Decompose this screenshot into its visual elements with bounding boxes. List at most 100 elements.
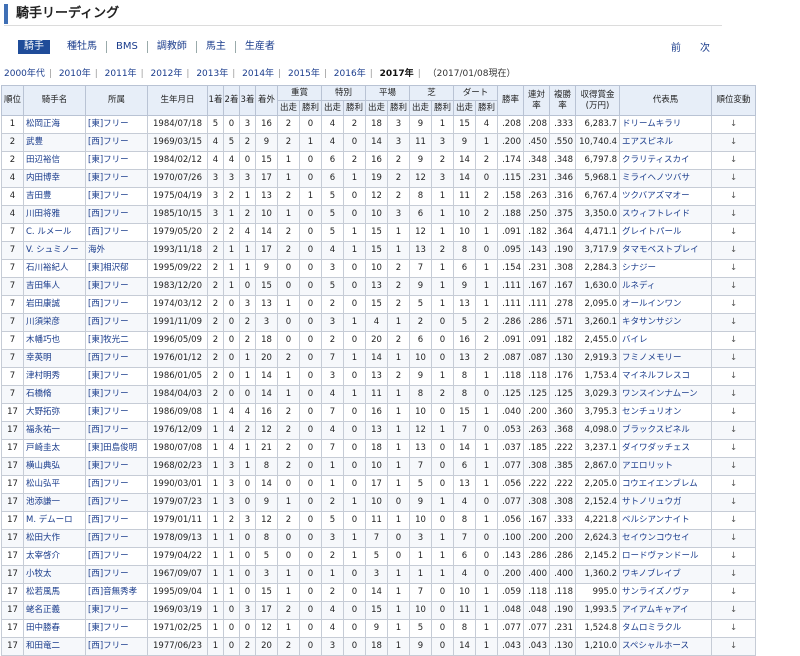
representative-horse-link[interactable]: ベルシアンナイト [622,515,690,525]
header-top3-rate[interactable]: 複勝率 [549,85,576,116]
year-link[interactable]: 2015年 [288,69,320,79]
jockey-name-link[interactable]: 太宰啓介 [26,551,60,561]
affiliation-link[interactable]: [西]音無秀孝 [88,587,137,597]
representative-horse-link[interactable]: ツクバアズマオー [622,191,690,201]
representative-horse-link[interactable]: タムロミラクル [622,623,681,633]
representative-horse-link[interactable]: ワンスインナムーン [622,389,698,399]
affiliation-link[interactable]: [西]フリー [88,299,129,309]
year-link[interactable]: 2000年代 [4,69,45,79]
jockey-name-link[interactable]: 大野拓弥 [26,407,60,417]
representative-horse-link[interactable]: サトノリュウガ [622,497,682,507]
affiliation-link[interactable]: 海外 [88,245,105,255]
jockey-name-link[interactable]: 松田大作 [26,533,60,543]
affiliation-link[interactable]: [東]フリー [88,389,129,399]
header-third[interactable]: 3着 [239,85,256,116]
affiliation-link[interactable]: [西]フリー [88,227,129,237]
tab-trainer[interactable]: 調教師 [148,41,197,53]
jockey-name-link[interactable]: V. シュミノー [26,245,79,255]
affiliation-link[interactable]: [東]フリー [88,371,129,381]
affiliation-link[interactable]: [西]フリー [88,533,129,543]
jockey-name-link[interactable]: 和田竜二 [26,641,60,651]
representative-horse-link[interactable]: マイネルフレスコ [622,371,690,381]
representative-horse-link[interactable]: タマモベストプレイ [622,245,699,255]
affiliation-link[interactable]: [西]フリー [88,569,129,579]
affiliation-link[interactable]: [東]フリー [88,407,129,417]
affiliation-link[interactable]: [東]相沢郁 [88,263,129,273]
jockey-name-link[interactable]: 川田将雅 [26,209,60,219]
affiliation-link[interactable]: [東]牧光二 [88,335,129,345]
header-win-rate[interactable]: 勝率 [497,85,524,116]
representative-horse-link[interactable]: アエロリット [622,461,673,471]
year-link[interactable]: 2012年 [150,69,182,79]
jockey-name-link[interactable]: 吉田隼人 [26,281,60,291]
representative-horse-link[interactable]: ブラックスピネル [622,425,690,435]
representative-horse-link[interactable]: ロードヴァンドール [622,551,699,561]
affiliation-link[interactable]: [西]フリー [88,479,129,489]
affiliation-link[interactable]: [東]フリー [88,173,129,183]
representative-horse-link[interactable]: セイウンコウセイ [622,533,690,543]
jockey-name-link[interactable]: C. ルメール [26,227,71,237]
header-top2-rate[interactable]: 連対率 [523,85,550,116]
representative-horse-link[interactable]: センチュリオン [622,407,682,417]
header-first[interactable]: 1着 [207,85,224,116]
affiliation-link[interactable]: [西]フリー [88,551,129,561]
affiliation-link[interactable]: [西]フリー [88,497,129,507]
jockey-name-link[interactable]: 武豊 [26,137,43,147]
jockey-name-link[interactable]: M. デムーロ [26,515,73,525]
jockey-name-link[interactable]: 田中勝春 [26,623,60,633]
jockey-name-link[interactable]: 田辺裕信 [26,155,60,165]
affiliation-link[interactable]: [西]フリー [88,641,129,651]
affiliation-link[interactable]: [西]フリー [88,137,129,147]
affiliation-link[interactable]: [西]フリー [88,209,129,219]
affiliation-link[interactable]: [西]フリー [88,353,129,363]
jockey-name-link[interactable]: 川須栄彦 [26,317,60,327]
affiliation-link[interactable]: [東]フリー [88,623,129,633]
representative-horse-link[interactable]: バイレ [622,335,648,345]
next-link[interactable]: 次 [700,43,710,54]
tab-bms[interactable]: BMS [107,41,148,53]
jockey-name-link[interactable]: 石川裕紀人 [26,263,69,273]
affiliation-link[interactable]: [東]フリー [88,155,129,165]
header-earnings[interactable]: 収得賞金(万円) [575,85,620,116]
representative-horse-link[interactable]: ルネディ [622,281,655,291]
jockey-name-link[interactable]: 蛯名正義 [26,605,60,615]
jockey-name-link[interactable]: 内田博幸 [26,173,60,183]
affiliation-link[interactable]: [西]フリー [88,425,129,435]
affiliation-link[interactable]: [東]フリー [88,191,129,201]
jockey-name-link[interactable]: 松山弘平 [26,479,60,489]
representative-horse-link[interactable]: スペシャルホース [622,641,689,651]
header-second[interactable]: 2着 [223,85,240,116]
affiliation-link[interactable]: [西]フリー [88,317,129,327]
tab-sire[interactable]: 種牡馬 [58,41,107,53]
representative-horse-link[interactable]: コウエイエンブレム [622,479,698,489]
representative-horse-link[interactable]: ミライヘノツバサ [622,173,690,183]
tab-breeder[interactable]: 生産者 [236,41,284,53]
header-affiliation[interactable]: 所属 [85,85,148,116]
year-link[interactable]: 2011年 [105,69,137,79]
jockey-name-link[interactable]: 池添謙一 [26,497,60,507]
year-link[interactable]: 2016年 [334,69,366,79]
representative-horse-link[interactable]: オールインワン [622,299,682,309]
jockey-name-link[interactable]: 松岡正海 [26,119,60,129]
year-link[interactable]: 2013年 [196,69,228,79]
header-unplaced[interactable]: 着外 [255,85,278,116]
jockey-name-link[interactable]: 津村明秀 [26,371,60,381]
affiliation-link[interactable]: [東]フリー [88,119,129,129]
header-jockey[interactable]: 騎手名 [23,85,86,116]
year-link[interactable]: 2014年 [242,69,274,79]
jockey-name-link[interactable]: 福永祐一 [26,425,60,435]
representative-horse-link[interactable]: ワキノブレイブ [622,569,681,579]
jockey-name-link[interactable]: 松若風馬 [26,587,60,597]
affiliation-link[interactable]: [東]フリー [88,461,129,471]
prev-link[interactable]: 前 [671,43,681,54]
affiliation-link[interactable]: [東]田島俊明 [88,443,137,453]
jockey-name-link[interactable]: 木幡巧也 [26,335,60,345]
affiliation-link[interactable]: [西]フリー [88,515,129,525]
header-birthdate[interactable]: 生年月日 [147,85,208,116]
representative-horse-link[interactable]: フミノメモリー [622,353,682,363]
year-link[interactable]: 2010年 [59,69,91,79]
representative-horse-link[interactable]: グレイトパール [622,227,682,237]
representative-horse-link[interactable]: エアスピネル [622,137,673,147]
jockey-name-link[interactable]: 吉田豊 [26,191,52,201]
jockey-name-link[interactable]: 小牧太 [26,569,52,579]
